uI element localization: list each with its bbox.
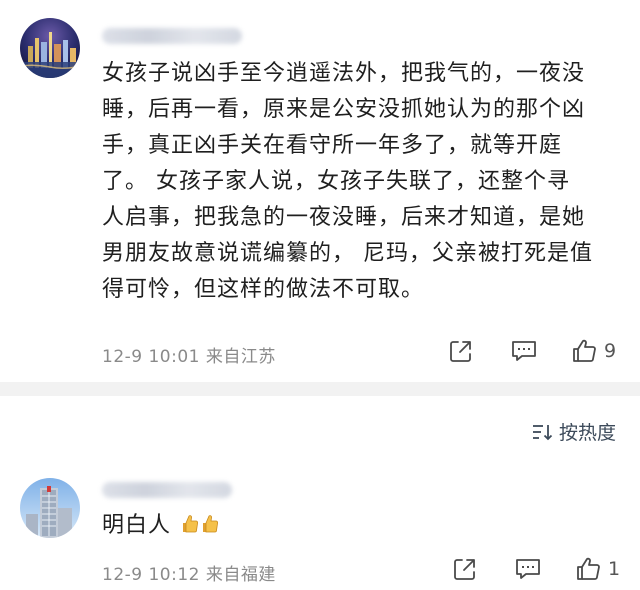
comment-meta: 12-9 10:01 来自江苏 — [102, 347, 276, 367]
comment-text: 女孩子说凶手至今逍遥法外，把我气的，一夜没 睡，后再一看，原来是公安没抓她认为的… — [102, 56, 622, 308]
comment-actions: 1 — [440, 554, 630, 584]
sort-bar: 按热度 — [0, 396, 640, 460]
comment-line: 人启事，把我急的一夜没睡，后来才知道，是她 — [102, 205, 586, 230]
comment-line: 了。 女孩子家人说，女孩子失联了，还整个寻 — [102, 169, 570, 194]
like-button[interactable]: 9 — [570, 336, 616, 366]
thumbs-up-icon — [181, 510, 199, 533]
comment-icon — [516, 559, 540, 579]
like-count: 1 — [608, 558, 621, 580]
username-blurred[interactable] — [102, 28, 242, 44]
city-night-avatar-icon — [20, 18, 80, 78]
username-blurred[interactable] — [102, 482, 232, 498]
like-button[interactable]: 1 — [574, 554, 620, 584]
thumbs-up-icon — [201, 510, 219, 533]
comment-icon — [512, 341, 536, 361]
reply-button[interactable] — [514, 554, 542, 584]
avatar[interactable] — [20, 478, 80, 538]
comment-body: 明白人 — [102, 513, 172, 538]
sort-button[interactable]: 按热度 — [531, 418, 616, 445]
comment-line: 男朋友故意说谎编纂的， 尼玛，父亲被打死是值 — [102, 241, 593, 266]
like-count: 9 — [604, 340, 617, 362]
share-button[interactable] — [452, 554, 478, 584]
comment-line: 睡，后再一看，原来是公安没抓她认为的那个凶 — [102, 97, 586, 122]
share-button[interactable] — [448, 336, 474, 366]
comment-line: 女孩子说凶手至今逍遥法外，把我气的，一夜没 — [102, 61, 586, 86]
comment-text: 明白人 — [102, 508, 219, 544]
comment-line: 得可怜，但这样的做法不可取。 — [102, 277, 425, 302]
building-avatar-icon — [20, 478, 80, 538]
sort-icon — [532, 424, 553, 440]
thumbs-up-outline-icon — [573, 339, 596, 362]
comment-card-1: 女孩子说凶手至今逍遥法外，把我气的，一夜没 睡，后再一看，原来是公安没抓她认为的… — [0, 0, 640, 382]
sort-label: 按热度 — [558, 422, 616, 444]
comment-actions: 9 — [440, 336, 630, 366]
comment-meta: 12-9 10:12 来自福建 — [102, 565, 276, 585]
reply-button[interactable] — [510, 336, 538, 366]
thumbs-up-outline-icon — [577, 557, 600, 580]
share-icon — [450, 341, 471, 362]
comment-card-2: 明白人 12-9 10:12 来自福建 1 — [0, 460, 640, 590]
avatar[interactable] — [20, 18, 80, 78]
section-divider — [0, 382, 640, 396]
share-icon — [454, 559, 475, 580]
comment-line: 手，真正凶手关在看守所一年多了，就等开庭 — [102, 133, 563, 158]
